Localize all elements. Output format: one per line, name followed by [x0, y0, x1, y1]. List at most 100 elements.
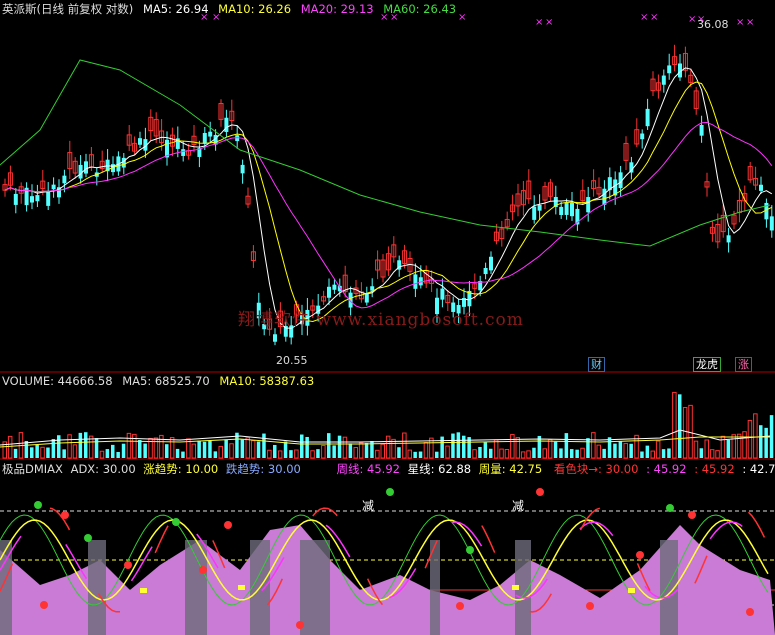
candle-down [483, 267, 488, 275]
volume-bar [105, 449, 110, 458]
limit-up-badge[interactable]: 涨 [735, 357, 752, 372]
finance-badge[interactable]: 财 [588, 357, 605, 372]
volume-bar [759, 425, 763, 458]
volume-bar [575, 449, 579, 458]
volume-bar [40, 446, 45, 459]
volume-bar [316, 449, 320, 458]
indicator-signal-dot [61, 511, 69, 519]
volume-bar [46, 447, 50, 458]
volume-ma10: MA10: 58387.63 [219, 374, 315, 388]
indicator-block-dark [300, 540, 330, 635]
indicator-name: 极品DMIAX [2, 462, 63, 476]
volume-bar [661, 449, 666, 458]
longhu-badge[interactable]: 龙虎 [693, 357, 721, 372]
volume-bar [435, 451, 439, 458]
candle-down [51, 184, 56, 190]
volume-bar [121, 443, 126, 458]
candle-down [726, 235, 731, 243]
star-line-value: 星线: 62.88 [407, 462, 472, 476]
volume-bar [342, 436, 348, 459]
volume-bar [62, 449, 66, 458]
candle-down [202, 132, 207, 144]
volume-bar [224, 439, 228, 458]
volume-bar [542, 448, 547, 459]
candle-down [564, 202, 569, 215]
volume-bar [300, 434, 304, 458]
volume-bar [310, 450, 315, 459]
ma10-value: MA10: 26.26 [218, 2, 292, 16]
volume-bar [445, 445, 450, 459]
volume-bar [678, 394, 682, 458]
volume-bar [294, 449, 299, 459]
volume-bar [202, 441, 207, 458]
volume-bar [321, 444, 326, 459]
volume-bar [520, 451, 526, 459]
volume-bar [165, 444, 169, 458]
candle-down [645, 108, 650, 127]
volume-bar [667, 448, 671, 458]
volume-bar [478, 446, 482, 458]
candle-down [532, 206, 537, 220]
signal-x-mark: × [688, 14, 696, 25]
candle-down [46, 191, 51, 206]
indicator-signal-dot [746, 608, 754, 616]
volume-bar [504, 449, 510, 459]
volume-ma5: MA5: 68525.70 [122, 374, 210, 388]
volume-bar [526, 450, 531, 459]
volume-bar [181, 451, 185, 458]
indicator-signal-dot [224, 521, 232, 529]
volume-bar [704, 439, 709, 459]
volume-bar [607, 437, 612, 458]
volume-bar [143, 443, 147, 458]
volume-bar [418, 451, 423, 458]
signal-x-mark: × [535, 17, 543, 28]
weekly-volume-value: 周量: 42.75 [478, 462, 543, 476]
candle-down [370, 286, 375, 291]
volume-bar [327, 433, 331, 458]
volume-bar [693, 440, 699, 459]
volume-bar [747, 419, 753, 459]
indicator-signal-dot [688, 511, 696, 519]
volume-bar [483, 442, 488, 458]
volume-bar [499, 448, 504, 459]
high-price-label: 36.08 [697, 18, 729, 31]
volume-bar [407, 449, 412, 459]
volume-bar [99, 450, 105, 459]
candle-down [559, 206, 564, 215]
volume-ma5-line [0, 429, 771, 446]
volume-bar [688, 404, 693, 459]
price-candles: × × × × × × × × × × × × × [2, 12, 774, 346]
candle-down [489, 256, 493, 271]
volume-bar [559, 448, 563, 458]
candle-down [586, 197, 591, 213]
extra-value-2: : 45.92 [694, 462, 735, 476]
indicator-signal-dot [536, 488, 544, 496]
volume-bar [472, 449, 477, 459]
indicator-signal-dot [40, 601, 48, 609]
ma5-line [4, 67, 773, 329]
volume-bar [262, 433, 266, 458]
volume-bar [564, 433, 569, 458]
volume-bar [332, 445, 336, 458]
indicator-area [0, 525, 775, 635]
indicator-signal-dot [84, 534, 92, 542]
volume-bar [645, 445, 650, 458]
volume-bar [213, 451, 218, 458]
volume-bar [153, 437, 159, 459]
volume-bar [532, 447, 536, 458]
volume-bar [245, 437, 250, 459]
volume-bar [640, 451, 644, 458]
reduce-mark: 减 [512, 499, 525, 513]
volume-bar [682, 407, 688, 459]
indicator-signal-dot [199, 566, 207, 574]
volume-bar [138, 439, 142, 458]
volume-bar [618, 441, 623, 458]
ma60-value: MA60: 26.43 [383, 2, 457, 16]
indicator-signal-square [238, 585, 245, 590]
price-header: 英派斯(日线 前复权 对数) MA5: 26.94 MA10: 26.26 MA… [2, 1, 462, 17]
volume-bar [451, 433, 455, 458]
volume-bar [547, 439, 553, 459]
volume-bar [132, 433, 137, 459]
volume-bar [709, 449, 715, 459]
volume-bar [358, 442, 364, 459]
